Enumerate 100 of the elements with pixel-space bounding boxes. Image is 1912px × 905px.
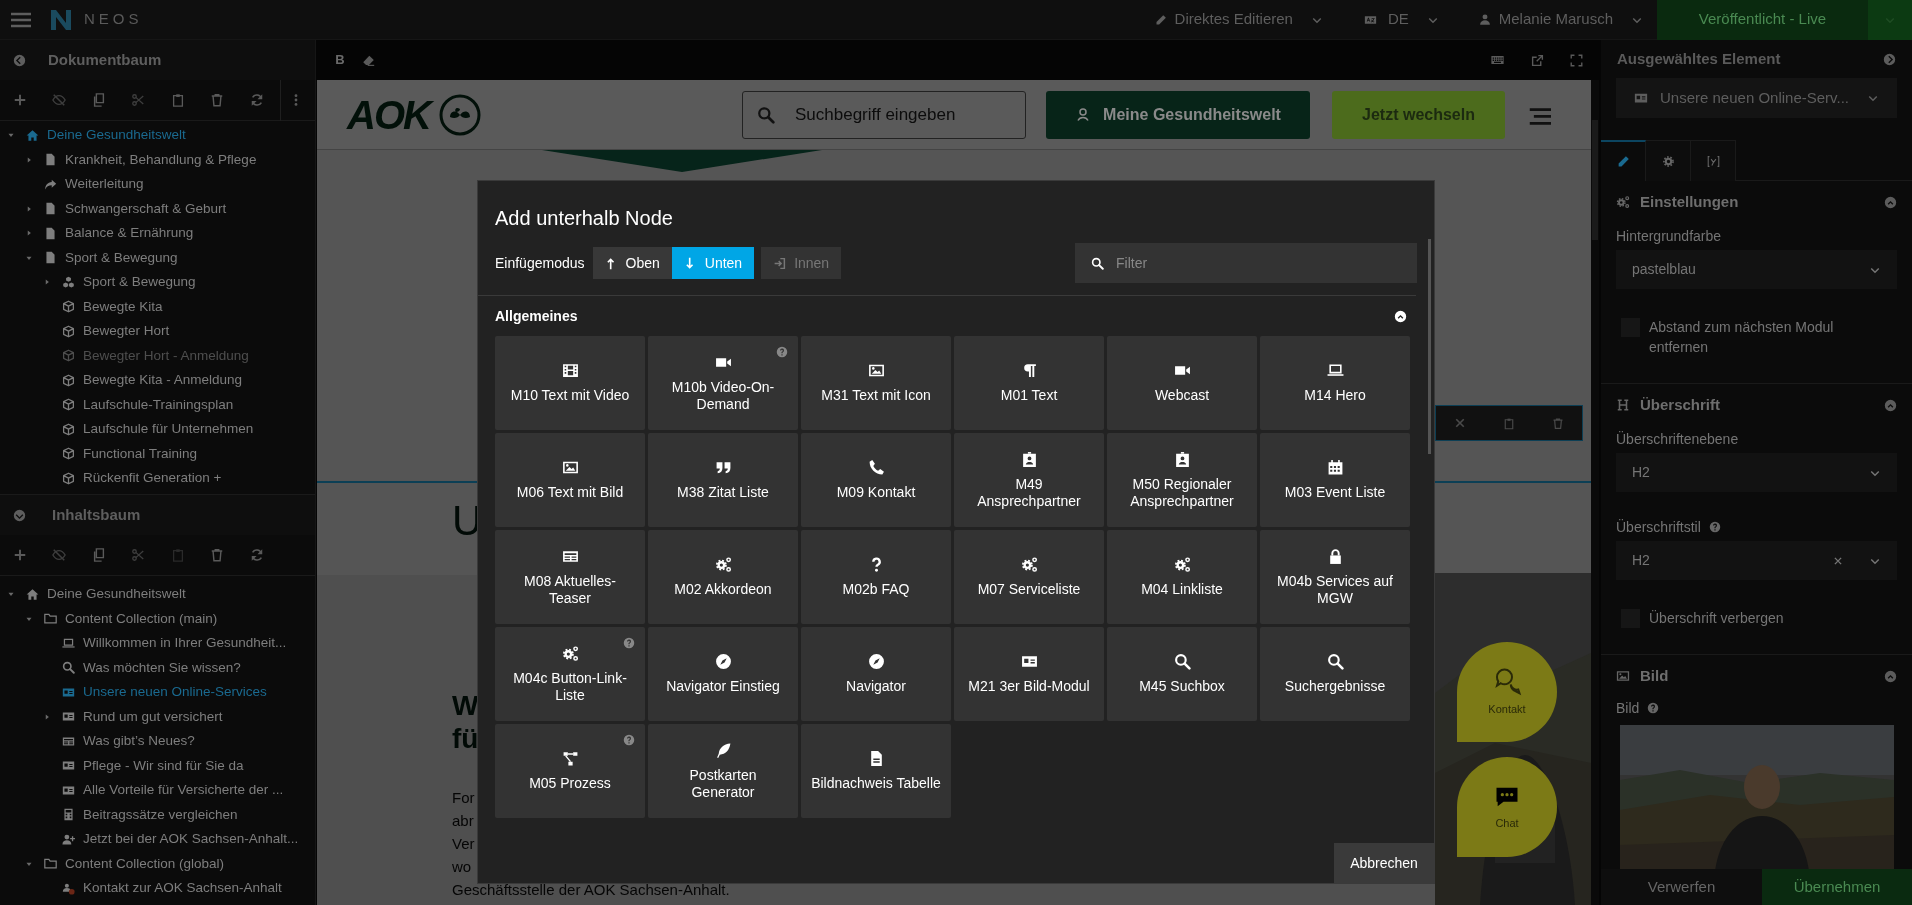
- tree-node-label[interactable]: Was möchten Sie wissen?: [83, 657, 241, 678]
- node-type-button[interactable]: Navigator: [801, 627, 951, 721]
- eye-slash-icon[interactable]: [52, 548, 67, 562]
- copy-icon[interactable]: [91, 93, 106, 107]
- node-type-button[interactable]: M05 Prozess: [495, 724, 645, 818]
- node-type-button[interactable]: M50 Regionaler Ansprechpartner: [1107, 433, 1257, 527]
- menu-icon[interactable]: [10, 11, 32, 28]
- node-type-button[interactable]: M38 Zitat Liste: [648, 433, 798, 527]
- node-type-button[interactable]: M10b Video-On-Demand: [648, 336, 798, 430]
- expand-icon[interactable]: [1570, 53, 1583, 67]
- tree-node-label[interactable]: Schwangerschaft & Geburt: [65, 198, 227, 219]
- apply-button[interactable]: Übernehmen: [1762, 869, 1912, 905]
- node-type-button[interactable]: M04b Services auf MGW: [1260, 530, 1410, 624]
- node-type-button[interactable]: M02b FAQ: [801, 530, 951, 624]
- tree-node-label[interactable]: Kontakt zur AOK Sachsen-Anhalt: [83, 878, 282, 899]
- node-type-button[interactable]: M08 Aktuelles-Teaser: [495, 530, 645, 624]
- scissors-icon[interactable]: [131, 548, 146, 562]
- tree-node-label[interactable]: Rund um gut versichert: [83, 706, 223, 727]
- node-type-button[interactable]: M02 Akkordeon: [648, 530, 798, 624]
- tree-node-label[interactable]: Bewegte Kita - Anmeldung: [83, 370, 243, 391]
- tree-node-label[interactable]: Content Collection (global): [65, 853, 225, 874]
- help-icon[interactable]: [1647, 702, 1660, 714]
- inspector-tab[interactable]: [1601, 140, 1646, 181]
- node-type-button[interactable]: M10 Text mit Video: [495, 336, 645, 430]
- node-type-button[interactable]: Navigator Einstieg: [648, 627, 798, 721]
- node-type-button[interactable]: M31 Text mit Icon: [801, 336, 951, 430]
- help-icon[interactable]: [623, 637, 635, 649]
- node-type-button[interactable]: Postkarten Generator: [648, 724, 798, 818]
- node-type-button[interactable]: M09 Kontakt: [801, 433, 951, 527]
- node-type-button[interactable]: M06 Text mit Bild: [495, 433, 645, 527]
- chevron-circle-right-icon[interactable]: [1883, 52, 1896, 66]
- tree-node-label[interactable]: Deine Gesundheitswelt: [47, 125, 186, 146]
- account-button[interactable]: Meine Gesundheitswelt: [1046, 90, 1310, 139]
- tree-node-label[interactable]: Willkommen in Ihrer Gesundheit...: [83, 633, 287, 654]
- tree-node-label[interactable]: Bewegte Kita: [83, 296, 163, 317]
- inspector-tab[interactable]: [1691, 140, 1736, 181]
- node-type-button[interactable]: M04c Button-Link-Liste: [495, 627, 645, 721]
- select-field[interactable]: H2: [1616, 453, 1897, 492]
- tree-node-label[interactable]: Sport & Bewegung: [83, 272, 196, 293]
- language-dropdown[interactable]: DE: [1352, 0, 1449, 40]
- tree-node-label[interactable]: Functional Training: [83, 443, 198, 464]
- keyboard-icon[interactable]: [1490, 53, 1505, 67]
- bold-button[interactable]: B: [330, 50, 350, 70]
- tree-node-label[interactable]: Krankheit, Behandlung & Pflege: [65, 149, 257, 170]
- node-type-button[interactable]: Suchergebnisse: [1260, 627, 1410, 721]
- tree-node-label[interactable]: Weiterleitung: [65, 174, 144, 195]
- refresh-icon[interactable]: [249, 93, 264, 107]
- tree-node-label[interactable]: Alle Vorteile für Versicherte der ...: [83, 780, 284, 801]
- clipboard-icon[interactable]: [170, 548, 185, 562]
- help-icon[interactable]: [623, 734, 635, 746]
- plus-icon[interactable]: [12, 548, 27, 562]
- tree-node-label[interactable]: Balance & Ernährung: [65, 223, 194, 244]
- element-dropdown[interactable]: Unsere neuen Online-Serv...: [1616, 78, 1897, 118]
- user-menu[interactable]: Melanie Marusch: [1468, 0, 1653, 40]
- refresh-icon[interactable]: [249, 548, 264, 562]
- scissors-icon[interactable]: [131, 93, 146, 107]
- node-type-button[interactable]: M49 Ansprechpartner: [954, 433, 1104, 527]
- inspector-tab[interactable]: [1646, 140, 1691, 181]
- tree-node-label[interactable]: Deine Gesundheitswelt: [47, 584, 186, 605]
- tree-node-label[interactable]: Sport & Bewegung: [65, 247, 178, 268]
- close-icon[interactable]: [1833, 555, 1843, 566]
- clipboard-icon[interactable]: [170, 93, 185, 107]
- plus-icon[interactable]: [12, 93, 27, 107]
- tree-node-label[interactable]: Jetzt bei der AOK Sachsen-Anhalt...: [83, 829, 299, 850]
- help-icon[interactable]: [1708, 521, 1721, 533]
- node-type-button[interactable]: M07 Serviceliste: [954, 530, 1104, 624]
- close-icon[interactable]: [1454, 417, 1467, 429]
- node-type-button[interactable]: Bildnachweis Tabelle: [801, 724, 951, 818]
- trash-icon[interactable]: [1551, 416, 1564, 430]
- copy-icon[interactable]: [91, 548, 106, 562]
- node-type-button[interactable]: M03 Event Liste: [1260, 433, 1410, 527]
- filter-field[interactable]: Filter: [1075, 243, 1417, 283]
- select-field[interactable]: H2: [1616, 541, 1897, 580]
- tree-node-label[interactable]: Bewegter Hort: [83, 321, 170, 342]
- chevron-circle-left-icon[interactable]: [13, 53, 26, 67]
- eraser-icon[interactable]: [362, 53, 375, 67]
- search-field[interactable]: Suchbegriff eingeben: [742, 90, 1026, 139]
- tree-node-label[interactable]: Unsere neuen Online-Services: [83, 682, 267, 703]
- trash-icon[interactable]: [210, 93, 225, 107]
- tree-node-label[interactable]: Beitragssätze vergleichen: [83, 804, 238, 825]
- cancel-button[interactable]: Abbrechen: [1334, 843, 1434, 883]
- chevron-circle-down-icon[interactable]: [13, 508, 26, 522]
- node-type-button[interactable]: M14 Hero: [1260, 336, 1410, 430]
- mode-button[interactable]: Oben: [592, 247, 672, 279]
- eye-slash-icon[interactable]: [52, 93, 67, 107]
- tree-node-label[interactable]: Laufschule für Unternehmen: [83, 419, 254, 440]
- node-type-button[interactable]: M04 Linkliste: [1107, 530, 1257, 624]
- publish-button[interactable]: Veröffentlicht - Live: [1657, 0, 1868, 40]
- edit-mode-dropdown[interactable]: Direktes Editieren: [1144, 0, 1333, 40]
- node-type-button[interactable]: M01 Text: [954, 336, 1104, 430]
- node-type-button[interactable]: M45 Suchbox: [1107, 627, 1257, 721]
- node-type-button[interactable]: Webcast: [1107, 336, 1257, 430]
- chevron-circle-up-icon[interactable]: [1394, 309, 1407, 323]
- mode-button[interactable]: Unten: [671, 247, 755, 279]
- trash-icon[interactable]: [210, 548, 225, 562]
- external-link-icon[interactable]: [1531, 53, 1544, 67]
- clipboard-icon[interactable]: [1503, 416, 1515, 430]
- help-icon[interactable]: [776, 346, 788, 358]
- node-type-button[interactable]: M21 3er Bild-Modul: [954, 627, 1104, 721]
- tree-node-label[interactable]: Laufschule-Trainingsplan: [83, 394, 234, 415]
